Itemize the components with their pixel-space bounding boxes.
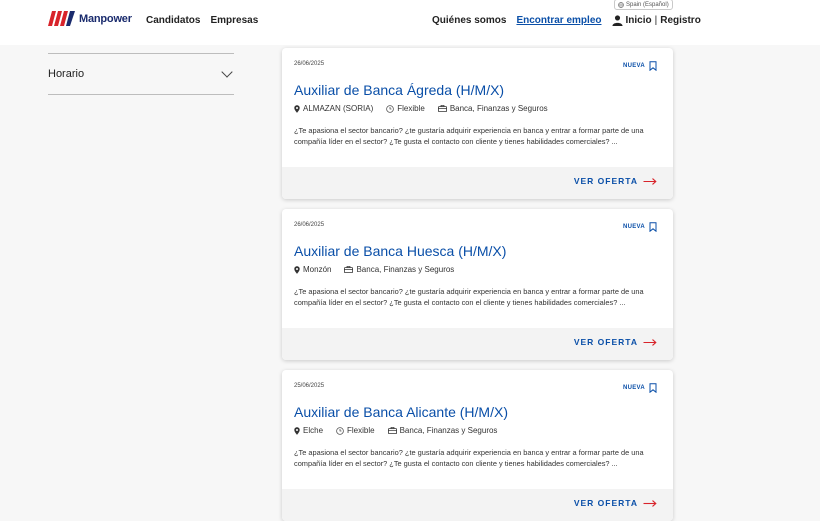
globe-icon [618, 1, 624, 8]
login-link[interactable]: Inicio [626, 15, 652, 26]
ver-oferta-button[interactable]: VER OFERTA [574, 337, 657, 347]
ver-oferta-button[interactable]: VER OFERTA [574, 498, 657, 508]
map-pin-icon [294, 426, 300, 435]
job-badge: NUEVA [623, 222, 657, 232]
cta-label: VER OFERTA [573, 337, 638, 347]
job-meta: Monzón Banca, Finanzas y Seguros [294, 265, 467, 274]
cta-label: VER OFERTA [573, 176, 638, 186]
job-description: ¿Te apasiona el sector bancario? ¿te gus… [294, 448, 644, 468]
job-meta: Elche Flexible Banca, Finanzas y Seguros [294, 426, 510, 435]
filter-label: Horario [48, 68, 85, 80]
briefcase-icon [344, 266, 354, 273]
job-description: ¿Te apasiona el sector bancario? ¿te gus… [294, 126, 644, 146]
briefcase-icon [437, 105, 447, 112]
location-text: ALMAZAN (SORIA) [303, 104, 374, 113]
map-pin-icon [294, 265, 300, 274]
job-location: ALMAZAN (SORIA) [294, 104, 373, 113]
job-title[interactable]: Auxiliar de Banca Huesca (H/M/X) [294, 243, 506, 259]
job-location: Elche [294, 426, 323, 435]
job-card[interactable]: 26/06/2025 NUEVA Auxiliar de Banca Ágred… [282, 48, 673, 199]
job-description: ¿Te apasiona el sector bancario? ¿te gus… [294, 287, 644, 307]
nav-empresas[interactable]: Empresas [210, 15, 258, 26]
sector-text: Banca, Finanzas y Seguros [356, 265, 455, 274]
briefcase-icon [387, 427, 397, 434]
new-badge: NUEVA [622, 63, 645, 69]
job-sector: Banca, Finanzas y Seguros [387, 426, 498, 435]
bookmark-icon[interactable] [649, 222, 657, 232]
logo-text: Manpower [79, 12, 132, 25]
manpower-logo[interactable]: Manpower [48, 11, 132, 26]
nav-quienes-somos[interactable]: Quiénes somos [432, 15, 506, 26]
main-nav: Quiénes somos Encontrar empleo Inicio | … [432, 15, 701, 26]
sector-text: Banca, Finanzas y Seguros [399, 426, 498, 435]
job-badge: NUEVA [623, 61, 657, 71]
chevron-down-icon [221, 66, 233, 78]
register-link[interactable]: Registro [660, 15, 701, 26]
job-schedule: Flexible [386, 104, 425, 113]
ver-oferta-button[interactable]: VER OFERTA [574, 176, 657, 186]
job-date: 26/06/2025 [294, 61, 325, 67]
new-badge: NUEVA [622, 385, 645, 391]
job-card-footer: VER OFERTA [282, 167, 673, 199]
cta-label: VER OFERTA [573, 498, 638, 508]
manpower-logo-icon [48, 11, 75, 26]
location-text: Elche [303, 426, 324, 435]
nav-candidatos[interactable]: Candidatos [146, 15, 200, 26]
person-icon [611, 15, 623, 26]
job-card[interactable]: 25/06/2025 NUEVA Auxiliar de Banca Alica… [282, 370, 673, 521]
job-badge: NUEVA [623, 383, 657, 393]
job-card-footer: VER OFERTA [282, 328, 673, 360]
filter-sidebar: Horario [48, 45, 234, 95]
account-separator: | [654, 15, 658, 26]
job-sector: Banca, Finanzas y Seguros [344, 265, 454, 274]
map-pin-icon [294, 104, 300, 113]
job-schedule: Flexible [336, 426, 375, 435]
job-meta: ALMAZAN (SORIA) Flexible Banca, Finanzas… [294, 104, 561, 113]
clock-icon [386, 104, 395, 113]
new-badge: NUEVA [622, 224, 645, 230]
site-header: Manpower Candidatos Empresas Spain (Espa… [0, 0, 820, 45]
schedule-text: Flexible [347, 426, 375, 435]
sector-text: Banca, Finanzas y Seguros [449, 104, 548, 113]
location-text: Monzón [303, 265, 332, 274]
job-location: Monzón [294, 265, 331, 274]
user-account: Inicio | Registro [611, 15, 701, 26]
job-date: 26/06/2025 [294, 222, 325, 228]
job-date: 25/06/2025 [294, 383, 325, 389]
arrow-right-icon [643, 499, 657, 507]
clock-icon [336, 426, 344, 435]
job-title[interactable]: Auxiliar de Banca Ágreda (H/M/X) [294, 82, 504, 98]
job-title[interactable]: Auxiliar de Banca Alicante (H/M/X) [294, 404, 508, 420]
language-label: Spain (Español) [626, 1, 669, 8]
language-selector[interactable]: Spain (Español) [614, 0, 673, 10]
audience-nav: Candidatos Empresas [146, 15, 258, 26]
arrow-right-icon [643, 338, 657, 346]
job-sector: Banca, Finanzas y Seguros [437, 104, 548, 113]
bookmark-icon[interactable] [649, 61, 657, 71]
job-card-footer: VER OFERTA [282, 489, 673, 521]
filter-horario[interactable]: Horario [48, 54, 234, 95]
bookmark-icon[interactable] [649, 383, 657, 393]
schedule-text: Flexible [397, 104, 425, 113]
arrow-right-icon [643, 177, 657, 185]
nav-encontrar-empleo[interactable]: Encontrar empleo [516, 15, 601, 26]
job-card[interactable]: 26/06/2025 NUEVA Auxiliar de Banca Huesc… [282, 209, 673, 360]
